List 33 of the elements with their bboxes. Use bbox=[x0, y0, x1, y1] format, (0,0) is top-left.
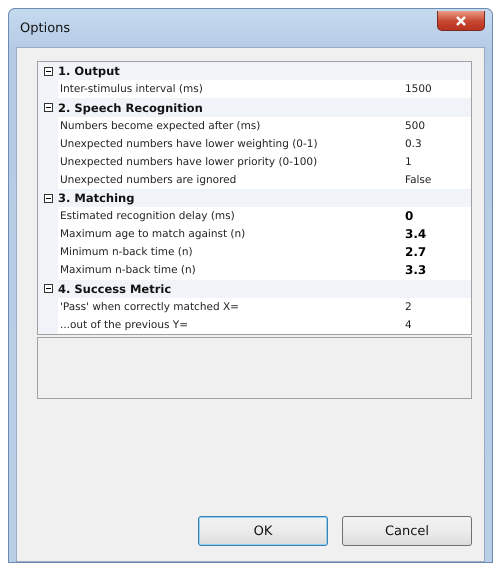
property-name[interactable]: Unexpected numbers have lower priority (0-100) bbox=[60, 156, 318, 168]
category-header[interactable]: 3. Matching bbox=[58, 191, 134, 206]
close-icon bbox=[455, 16, 467, 26]
property-name[interactable]: Unexpected numbers are ignored bbox=[60, 174, 236, 186]
property-value[interactable]: 2.7 bbox=[405, 245, 426, 260]
property-name[interactable]: 'Pass' when correctly matched X= bbox=[60, 300, 239, 313]
property-name[interactable]: ...out of the previous Y= bbox=[60, 318, 188, 331]
property-name[interactable]: Numbers become expected after (ms) bbox=[60, 120, 260, 132]
property-value[interactable]: 1500 bbox=[405, 83, 432, 96]
property-value[interactable]: 500 bbox=[405, 120, 426, 132]
property-value[interactable]: 2 bbox=[405, 300, 412, 313]
category-header[interactable]: 1. Output bbox=[58, 64, 120, 78]
property-value[interactable]: 3.3 bbox=[405, 263, 426, 278]
property-name[interactable]: Estimated recognition delay (ms) bbox=[60, 210, 235, 222]
collapse-icon[interactable] bbox=[44, 66, 52, 76]
property-name[interactable]: Maximum n-back time (n) bbox=[60, 264, 196, 276]
property-value[interactable]: 1 bbox=[405, 156, 412, 168]
property-name[interactable]: Maximum age to match against (n) bbox=[60, 228, 246, 240]
property-name[interactable]: Minimum n-back time (n) bbox=[60, 246, 193, 258]
collapse-icon[interactable] bbox=[44, 103, 52, 112]
collapse-icon[interactable] bbox=[44, 284, 52, 294]
collapse-icon[interactable] bbox=[44, 194, 52, 203]
property-value[interactable]: 0 bbox=[405, 209, 414, 224]
property-name[interactable]: Inter-stimulus interval (ms) bbox=[60, 83, 203, 96]
window-title: Options bbox=[19, 20, 70, 36]
property-value[interactable]: False bbox=[405, 174, 432, 186]
property-value[interactable]: 0.3 bbox=[405, 138, 422, 150]
property-value[interactable]: 3.4 bbox=[405, 227, 426, 242]
property-name[interactable]: Unexpected numbers have lower weighting (0-1) bbox=[60, 138, 318, 150]
property-value[interactable]: 4 bbox=[405, 318, 412, 331]
ok-button[interactable]: OK bbox=[198, 516, 328, 546]
cancel-button[interactable]: Cancel bbox=[342, 516, 472, 546]
close-button[interactable] bbox=[437, 11, 485, 31]
